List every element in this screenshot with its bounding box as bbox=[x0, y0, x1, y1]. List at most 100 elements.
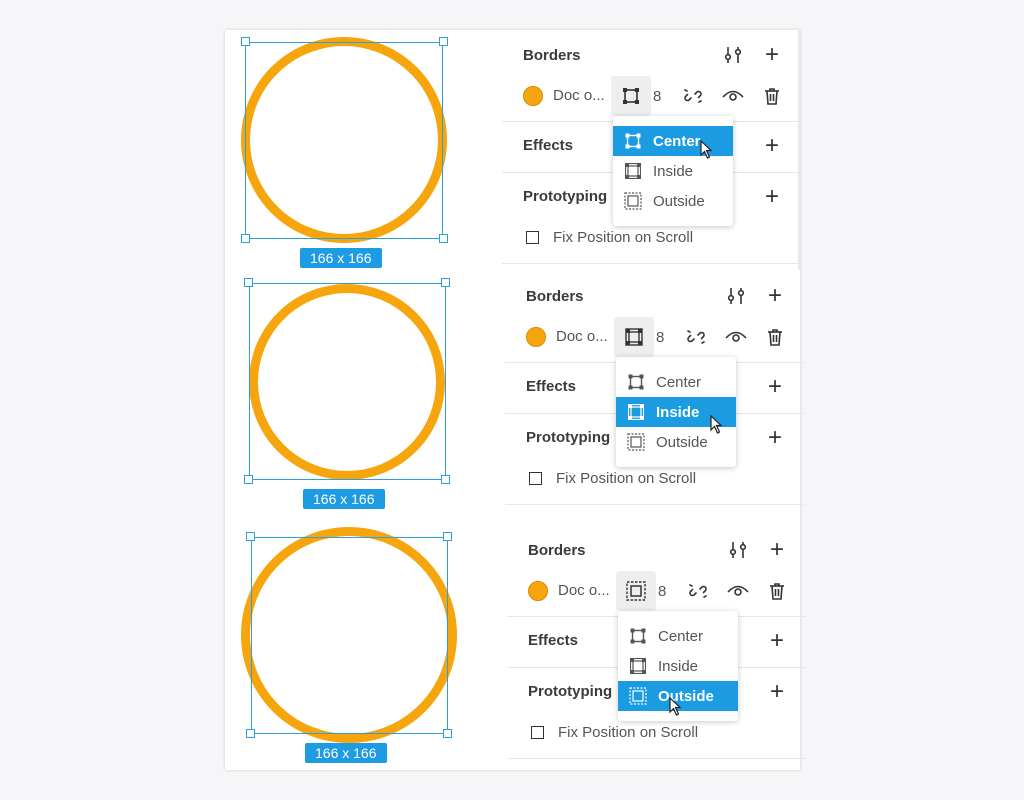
fix-position-label: Fix Position on Scroll bbox=[556, 470, 697, 487]
add-effect-button[interactable]: + bbox=[761, 373, 789, 401]
menu-item-label: Center bbox=[656, 373, 702, 391]
menu-item-center[interactable]: Center bbox=[613, 126, 733, 156]
border-settings-button[interactable] bbox=[722, 282, 750, 310]
properties-panel-outside: Borders + Doc o... 8 Effects + Prototypi… bbox=[507, 525, 806, 765]
borders-title: Borders bbox=[523, 47, 581, 64]
detach-button[interactable] bbox=[679, 82, 707, 110]
separator bbox=[502, 263, 801, 264]
eye-icon bbox=[725, 331, 747, 342]
cursor-icon bbox=[700, 140, 713, 159]
border-position-menu: Center Inside Outside bbox=[613, 116, 733, 226]
sliders-icon bbox=[724, 47, 742, 63]
selection-box bbox=[251, 537, 448, 734]
border-inside-icon bbox=[616, 404, 656, 420]
add-border-button[interactable]: + bbox=[761, 282, 789, 310]
border-position-menu: Center Inside Outside bbox=[616, 357, 736, 467]
visibility-button[interactable] bbox=[719, 82, 747, 110]
dimension-badge: 166 x 166 bbox=[300, 248, 382, 268]
border-width-value[interactable]: 8 bbox=[653, 88, 661, 105]
effects-title: Effects bbox=[526, 378, 577, 395]
fix-position-checkbox[interactable] bbox=[526, 231, 539, 244]
visibility-button[interactable] bbox=[722, 323, 750, 351]
border-width-value[interactable]: 8 bbox=[656, 329, 664, 346]
menu-item-label: Inside bbox=[656, 403, 700, 421]
resize-handle-bl[interactable] bbox=[244, 475, 253, 484]
resize-handle-tr[interactable] bbox=[443, 532, 452, 541]
border-center-icon bbox=[618, 628, 658, 644]
border-settings-button[interactable] bbox=[724, 536, 752, 564]
menu-item-inside[interactable]: Inside bbox=[618, 651, 738, 681]
add-interaction-button[interactable]: + bbox=[758, 183, 786, 211]
eye-icon bbox=[722, 90, 744, 101]
resize-handle-br[interactable] bbox=[439, 234, 448, 243]
resize-handle-br[interactable] bbox=[441, 475, 450, 484]
border-position-button[interactable] bbox=[611, 76, 651, 116]
border-color-swatch[interactable] bbox=[523, 86, 543, 106]
menu-item-label: Outside bbox=[658, 687, 714, 705]
detach-button[interactable] bbox=[682, 323, 710, 351]
plus-icon: + bbox=[767, 282, 782, 309]
fill-label[interactable]: Doc o... bbox=[553, 87, 605, 104]
border-color-swatch[interactable] bbox=[528, 581, 548, 601]
resize-handle-tr[interactable] bbox=[439, 37, 448, 46]
menu-item-label: Outside bbox=[653, 192, 705, 210]
fill-label[interactable]: Doc o... bbox=[558, 582, 610, 599]
resize-handle-tl[interactable] bbox=[244, 278, 253, 287]
cursor-icon bbox=[710, 415, 723, 434]
menu-item-outside[interactable]: Outside bbox=[613, 186, 733, 216]
border-outside-icon bbox=[616, 433, 656, 451]
add-interaction-button[interactable]: + bbox=[761, 424, 789, 452]
add-border-button[interactable]: + bbox=[758, 41, 786, 69]
sliders-icon bbox=[727, 288, 745, 304]
menu-item-label: Inside bbox=[658, 657, 699, 675]
resize-handle-tl[interactable] bbox=[246, 532, 255, 541]
fill-label[interactable]: Doc o... bbox=[556, 328, 608, 345]
border-color-swatch[interactable] bbox=[526, 327, 546, 347]
canvas-area-center: 166 x 166 bbox=[225, 30, 520, 270]
canvas-area-outside: 166 x 166 bbox=[225, 525, 520, 765]
menu-item-center[interactable]: Center bbox=[618, 621, 738, 651]
border-center-icon bbox=[616, 374, 656, 390]
unlink-icon bbox=[687, 330, 705, 344]
border-settings-button[interactable] bbox=[719, 41, 747, 69]
border-position-button[interactable] bbox=[616, 571, 656, 611]
visibility-button[interactable] bbox=[724, 577, 752, 605]
properties-panel-center: Borders + Doc o... 8 Effects + Prototypi… bbox=[502, 30, 801, 270]
trash-icon bbox=[768, 329, 782, 346]
menu-item-inside[interactable]: Inside bbox=[613, 156, 733, 186]
add-interaction-button[interactable]: + bbox=[763, 678, 791, 706]
border-position-button[interactable] bbox=[614, 317, 654, 357]
resize-handle-br[interactable] bbox=[443, 729, 452, 738]
borders-title: Borders bbox=[526, 288, 584, 305]
fix-position-label: Fix Position on Scroll bbox=[553, 229, 694, 246]
menu-item-label: Center bbox=[653, 132, 701, 150]
border-position-icon bbox=[623, 88, 639, 104]
resize-handle-bl[interactable] bbox=[246, 729, 255, 738]
menu-item-label: Outside bbox=[656, 433, 708, 451]
plus-icon: + bbox=[764, 132, 779, 159]
menu-item-center[interactable]: Center bbox=[616, 367, 736, 397]
fix-position-checkbox[interactable] bbox=[531, 726, 544, 739]
delete-border-button[interactable] bbox=[758, 82, 786, 110]
border-position-icon bbox=[626, 581, 646, 601]
properties-panel-inside: Borders + Doc o... 8 Effects + Prototypi… bbox=[505, 271, 804, 511]
fix-position-checkbox[interactable] bbox=[529, 472, 542, 485]
menu-item-label: Inside bbox=[653, 162, 694, 180]
delete-border-button[interactable] bbox=[761, 323, 789, 351]
menu-item-label: Center bbox=[658, 627, 704, 645]
plus-icon: + bbox=[767, 424, 782, 451]
plus-icon: + bbox=[767, 373, 782, 400]
effects-title: Effects bbox=[523, 137, 574, 154]
plus-icon: + bbox=[764, 183, 779, 210]
resize-handle-bl[interactable] bbox=[241, 234, 250, 243]
add-effect-button[interactable]: + bbox=[758, 132, 786, 160]
plus-icon: + bbox=[769, 678, 784, 705]
border-width-value[interactable]: 8 bbox=[658, 583, 666, 600]
dimension-badge: 166 x 166 bbox=[303, 489, 385, 509]
delete-border-button[interactable] bbox=[763, 577, 791, 605]
resize-handle-tr[interactable] bbox=[441, 278, 450, 287]
resize-handle-tl[interactable] bbox=[241, 37, 250, 46]
detach-button[interactable] bbox=[684, 577, 712, 605]
add-effect-button[interactable]: + bbox=[763, 627, 791, 655]
add-border-button[interactable]: + bbox=[763, 536, 791, 564]
